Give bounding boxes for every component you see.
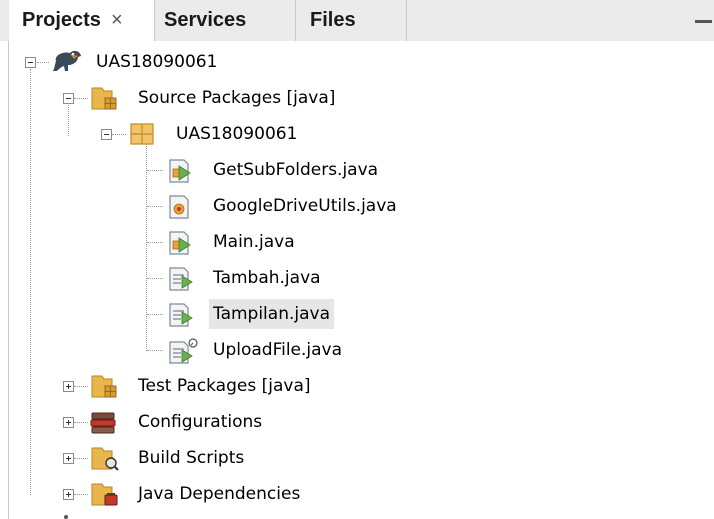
java-class-icon [169, 159, 191, 183]
close-icon[interactable]: × [111, 9, 123, 32]
tree-guide-line [147, 314, 163, 315]
tab-files-label: Files [310, 9, 356, 31]
tree-guide-line [74, 386, 88, 387]
tab-services[interactable]: Services [155, 0, 296, 41]
file-label[interactable]: Tambah.java [213, 263, 321, 293]
build-scripts-label[interactable]: Build Scripts [138, 443, 244, 473]
expand-toggle[interactable] [63, 381, 74, 392]
tree-guide-line [147, 278, 163, 279]
java-class-icon [169, 195, 189, 219]
expand-toggle[interactable] [63, 489, 74, 500]
file-label[interactable]: GetSubFolders.java [213, 155, 378, 185]
package-label[interactable]: UAS18090061 [176, 119, 297, 149]
tree-guide-line [146, 141, 147, 351]
tree-guide-line [112, 134, 126, 135]
tree-guide-line [147, 206, 163, 207]
collapse-toggle[interactable] [63, 93, 74, 104]
source-packages-folder-icon [91, 87, 117, 110]
tab-projects-label: Projects [22, 9, 101, 31]
test-packages-label[interactable]: Test Packages [java] [138, 371, 311, 401]
tree-guide-line [147, 242, 163, 243]
project-root-label[interactable]: UAS18090061 [96, 47, 217, 77]
tab-files[interactable]: Files [296, 0, 407, 41]
file-label[interactable]: UploadFile.java [213, 335, 342, 365]
tree-guide-line [37, 62, 49, 63]
source-packages-label[interactable]: Source Packages [java] [138, 83, 335, 113]
minimize-icon [694, 19, 712, 23]
project-icon [53, 50, 81, 71]
tree-guide-line [147, 350, 163, 351]
tree-guide-line [68, 105, 69, 136]
java-class-icon [169, 231, 191, 255]
expand-toggle[interactable] [63, 453, 74, 464]
java-form-icon [169, 267, 193, 291]
tree-guide-line [30, 69, 31, 495]
test-packages-folder-icon [91, 375, 117, 398]
tree-guide-line [74, 458, 88, 459]
tree-guide-line [147, 170, 163, 171]
tree-guide-line [74, 494, 88, 495]
tab-services-label: Services [164, 9, 247, 31]
collapse-toggle[interactable] [25, 57, 36, 68]
expand-toggle[interactable] [63, 417, 74, 428]
file-label-selected[interactable]: Tampilan.java [209, 299, 334, 329]
package-icon [130, 123, 154, 145]
configurations-label[interactable]: Configurations [138, 407, 262, 437]
java-form-icon [169, 303, 193, 327]
build-scripts-folder-icon [91, 447, 119, 471]
project-tree: UAS18090061 Source Packages [java] UAS18… [0, 41, 714, 519]
java-dependencies-folder-icon [91, 483, 118, 506]
tab-projects[interactable]: Projects × [9, 0, 155, 41]
configurations-icon [90, 412, 116, 434]
minimize-button[interactable] [692, 6, 714, 36]
file-label[interactable]: Main.java [213, 227, 295, 257]
tab-bar: Projects × Services Files [0, 0, 714, 41]
file-label[interactable]: GoogleDriveUtils.java [213, 191, 397, 221]
cut-off-node-indicator [64, 515, 68, 519]
tree-guide-line [74, 98, 88, 99]
java-dependencies-label[interactable]: Java Dependencies [138, 479, 300, 509]
java-form-icon [169, 338, 198, 364]
tree-guide-line [74, 422, 88, 423]
collapse-toggle[interactable] [101, 129, 112, 140]
